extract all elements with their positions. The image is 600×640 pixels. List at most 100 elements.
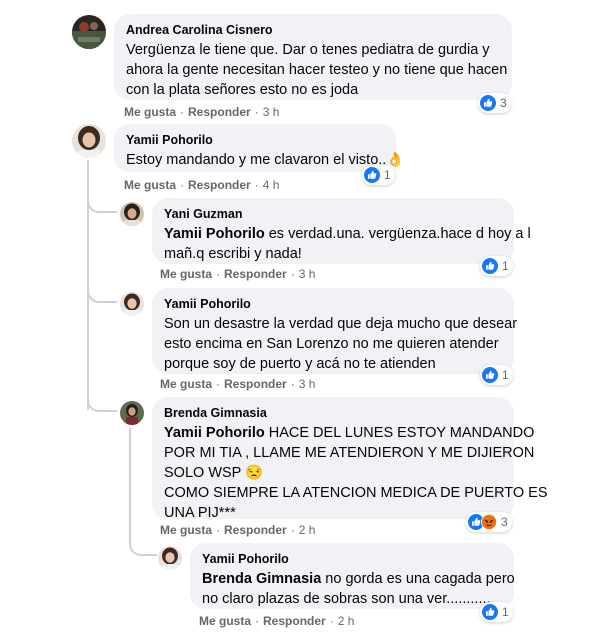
like-button[interactable]: Me gusta [199, 614, 251, 628]
comment-line: no claro plazas de sobras son una ver...… [202, 591, 491, 607]
comment-line: ahora la gente necesitan hacer testeo y … [126, 62, 508, 78]
separator: · [290, 377, 295, 391]
reaction-count: 3 [500, 96, 507, 110]
comment-line: esto encima en San Lorenzo no me quieren… [164, 336, 499, 352]
separator: · [290, 267, 295, 281]
comment-line-text: HACE DEL LUNES ESTOY MANDANDO [264, 425, 535, 441]
thread-line-branch [87, 394, 117, 412]
separator: · [180, 178, 185, 192]
mention-link[interactable]: Brenda Gimnasia [202, 571, 321, 587]
comment-author[interactable]: Yamii Pohorilo [126, 132, 384, 148]
comment-bubble: Brenda Gimnasia Yamii Pohorilo HACE DEL … [152, 397, 548, 521]
reply-button[interactable]: Responder [263, 614, 326, 628]
avatar[interactable] [72, 124, 106, 158]
comment-bubble: Yamii Pohorilo Son un desastre la verdad… [152, 288, 518, 374]
comment-author[interactable]: Brenda Gimnasia [164, 405, 502, 421]
comment-line-text: no gorda es una cagada pero [321, 571, 515, 587]
comment-bubble: Andrea Carolina Cisnero Vergüenza le tie… [114, 14, 512, 100]
comment-text: Estoy mandando y me clavaron el visto..👌 [126, 150, 404, 170]
reply-button[interactable]: Responder [224, 267, 287, 281]
emoji: 😒 [245, 465, 264, 481]
reaction-summary[interactable]: 3 [478, 93, 511, 113]
comment-time[interactable]: 3 h [299, 267, 316, 281]
comment-text: Vergüenza le tiene que. Dar o tenes pedi… [126, 40, 508, 100]
avatar[interactable] [72, 15, 106, 49]
angry-icon [481, 514, 497, 530]
avatar-image [120, 401, 144, 425]
comment-line: Yamii Pohorilo es verdad.una. vergüenza.… [164, 224, 531, 244]
comment-time[interactable]: 3 h [263, 105, 280, 119]
comment-author[interactable]: Yamii Pohorilo [202, 551, 502, 567]
reaction-count: 1 [384, 168, 391, 182]
like-button[interactable]: Me gusta [124, 178, 176, 192]
reaction-count: 1 [502, 368, 509, 382]
avatar[interactable] [120, 292, 144, 316]
thread-line-branch [129, 538, 157, 556]
separator: · [329, 614, 334, 628]
separator: · [255, 614, 260, 628]
reply-button[interactable]: Responder [188, 105, 251, 119]
like-button[interactable]: Me gusta [160, 523, 212, 537]
comment-time[interactable]: 2 h [299, 523, 316, 537]
separator: · [290, 523, 295, 537]
reply-button[interactable]: Responder [224, 377, 287, 391]
comment-text: Son un desastre la verdad que deja mucho… [164, 314, 518, 374]
comment-line-text: Estoy mandando y me clavaron el visto.. [126, 152, 387, 168]
reaction-summary[interactable]: 1 [480, 256, 513, 276]
comment-line: Brenda Gimnasia no gorda es una cagada p… [202, 569, 515, 589]
reaction-summary[interactable]: 1 [480, 602, 513, 622]
reply-button[interactable]: Responder [188, 178, 251, 192]
reaction-summary[interactable]: 1 [362, 165, 395, 185]
separator: · [180, 105, 185, 119]
reaction-summary[interactable]: 3 [466, 512, 512, 532]
reaction-count: 1 [502, 259, 509, 273]
comment-line: COMO SIEMPRE LA ATENCION MEDICA DE PUERT… [164, 485, 548, 501]
like-button[interactable]: Me gusta [160, 377, 212, 391]
comment-author[interactable]: Yamii Pohorilo [164, 296, 502, 312]
mention-link[interactable]: Yamii Pohorilo [164, 226, 265, 242]
comment-actions: Me gusta · Responder · 3 h [160, 376, 315, 392]
separator: · [216, 523, 221, 537]
comment-time[interactable]: 4 h [263, 178, 280, 192]
comment-line: Vergüenza le tiene que. Dar o tenes pedi… [126, 42, 490, 58]
separator: · [216, 267, 221, 281]
reaction-count: 3 [501, 515, 508, 529]
like-button[interactable]: Me gusta [124, 105, 176, 119]
comment-actions: Me gusta · Responder · 2 h [199, 613, 354, 629]
comment-time[interactable]: 2 h [338, 614, 355, 628]
like-icon [482, 258, 498, 274]
comment-line: POR MI TIA , LLAME ME ATENDIERON Y ME DI… [164, 445, 535, 461]
comment-author[interactable]: Yani Guzman [164, 206, 502, 222]
comment-actions: Me gusta · Responder · 2 h [160, 522, 315, 538]
thread-line-branch [87, 195, 117, 213]
comment-line: Yamii Pohorilo HACE DEL LUNES ESTOY MAND… [164, 423, 534, 443]
comment-actions: Me gusta · Responder · 4 h [124, 177, 279, 193]
mention-link[interactable]: Yamii Pohorilo [164, 425, 265, 441]
avatar[interactable] [158, 546, 182, 570]
comment-line: porque soy de puerto y acá no te atiende… [164, 356, 436, 372]
comment-line-text: es verdad.una. vergüenza.hace d hoy a l [264, 226, 531, 242]
avatar[interactable] [120, 401, 144, 425]
comment-time[interactable]: 3 h [299, 377, 316, 391]
reply-button[interactable]: Responder [224, 523, 287, 537]
comment-line: UNA PIJ*** [164, 505, 236, 521]
like-button[interactable]: Me gusta [160, 267, 212, 281]
comment-text: Yamii Pohorilo HACE DEL LUNES ESTOY MAND… [164, 423, 548, 523]
comment-bubble: Yamii Pohorilo Estoy mandando y me clava… [114, 124, 404, 172]
thread-line-nested [129, 428, 131, 538]
separator: · [254, 105, 259, 119]
comment-line: Son un desastre la verdad que deja mucho… [164, 316, 518, 332]
comment-author[interactable]: Andrea Carolina Cisnero [126, 22, 500, 38]
avatar[interactable] [120, 202, 144, 226]
comment-line: SOLO WSP 😒 [164, 463, 502, 483]
comment-text: Brenda Gimnasia no gorda es una cagada p… [202, 569, 515, 609]
reaction-summary[interactable]: 1 [480, 365, 513, 385]
reaction-count: 1 [502, 605, 509, 619]
avatar-image [120, 202, 144, 226]
comment-line-text: SOLO WSP [164, 465, 242, 481]
comment-bubble: Yani Guzman Yamii Pohorilo es verdad.una… [152, 198, 531, 264]
comment-bubble: Yamii Pohorilo Brenda Gimnasia no gorda … [190, 543, 515, 609]
comment-actions: Me gusta · Responder · 3 h [160, 266, 315, 282]
comment-actions: Me gusta · Responder · 3 h [124, 104, 279, 120]
comment-line: mañ.q escribi y nada! [164, 246, 302, 262]
